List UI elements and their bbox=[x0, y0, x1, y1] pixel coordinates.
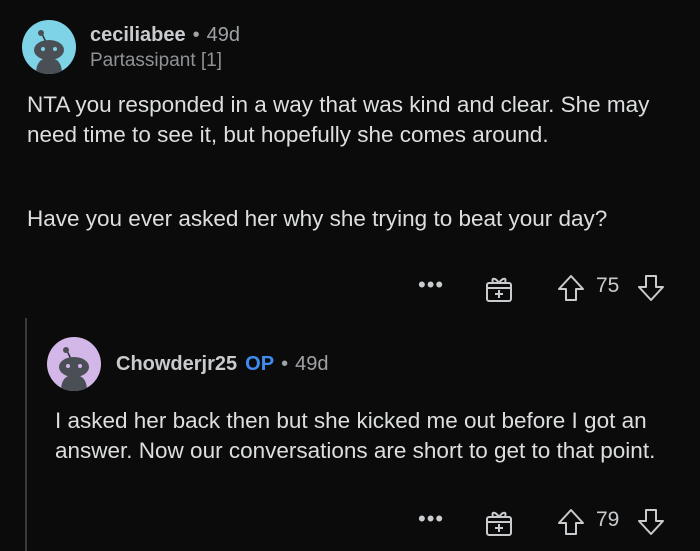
user-flair: Partassipant [1] bbox=[90, 50, 223, 71]
upvote-icon[interactable] bbox=[556, 273, 586, 303]
more-options-icon[interactable]: ••• bbox=[418, 271, 444, 299]
username[interactable]: Chowderjr25 bbox=[116, 353, 237, 375]
avatar[interactable] bbox=[22, 20, 76, 74]
vote-score: 75 bbox=[596, 274, 620, 297]
more-options-icon[interactable]: ••• bbox=[418, 505, 444, 533]
award-icon[interactable] bbox=[484, 509, 514, 537]
comment-age: 49d bbox=[295, 353, 329, 375]
separator: • bbox=[192, 24, 200, 46]
comment-paragraph: NTA you responded in a way that was kind… bbox=[27, 92, 650, 147]
downvote-icon[interactable] bbox=[636, 507, 666, 537]
comment-header: Chowderjr25 OP • 49d bbox=[116, 353, 328, 376]
comment-paragraph: I asked her back then but she kicked me … bbox=[55, 408, 656, 463]
op-badge: OP bbox=[245, 353, 275, 375]
downvote-icon[interactable] bbox=[636, 273, 666, 303]
comment-age: 49d bbox=[206, 24, 241, 46]
upvote-icon[interactable] bbox=[556, 507, 586, 537]
comment-actions: ••• 79 bbox=[0, 505, 700, 537]
comment-actions: ••• 75 bbox=[0, 271, 700, 303]
award-icon[interactable] bbox=[484, 275, 514, 303]
avatar[interactable] bbox=[47, 337, 101, 391]
separator: • bbox=[281, 353, 289, 375]
comment-header: ceciliabee • 49d bbox=[90, 24, 240, 47]
comment-paragraph: Have you ever asked her why she trying t… bbox=[27, 206, 608, 231]
vote-score: 79 bbox=[596, 508, 620, 531]
username[interactable]: ceciliabee bbox=[90, 24, 186, 46]
